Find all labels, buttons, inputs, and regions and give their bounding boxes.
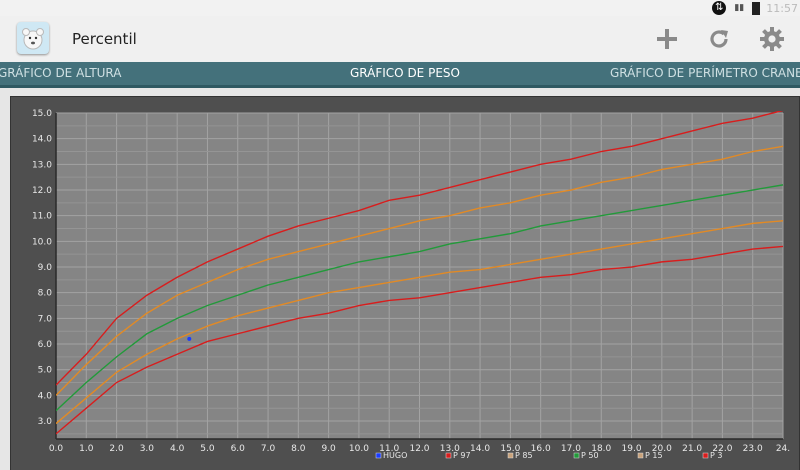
tab-height-chart[interactable]: GRÁFICO DE ALTURA — [0, 62, 122, 85]
x-tick-label: 12.0 — [409, 444, 429, 454]
app-title: Percentil — [72, 30, 137, 48]
x-tick-label: 10.0 — [349, 444, 369, 454]
x-tick-label: 9.0 — [321, 444, 336, 454]
refresh-button[interactable] — [702, 24, 736, 54]
x-tick-label: 4.0 — [170, 444, 185, 454]
x-tick-label: 21.0 — [682, 444, 702, 454]
tab-bar: GRÁFICO DE ALTURA GRÁFICO DE PESO GRÁFIC… — [0, 62, 800, 85]
y-tick-label: 9.0 — [38, 263, 53, 273]
x-tick-label: 5.0 — [200, 444, 215, 454]
x-tick-label: 0.0 — [49, 444, 64, 454]
legend-swatch — [507, 452, 514, 459]
status-icons: ⇅ ▮▮ 11:57 — [712, 0, 800, 16]
y-tick-label: 3.0 — [38, 417, 53, 427]
x-tick-label: 19.0 — [622, 444, 642, 454]
y-tick-label: 13.0 — [32, 160, 52, 170]
x-tick-label: 24. — [776, 444, 790, 454]
legend-label: P 50 — [581, 451, 599, 460]
y-tick-label: 4.0 — [38, 391, 53, 401]
legend-swatch — [637, 452, 644, 459]
data-point-hugo — [187, 336, 192, 341]
legend-swatch — [573, 452, 580, 459]
legend-label: P 3 — [710, 451, 722, 460]
signal-icon: ▮▮ — [734, 3, 745, 13]
data-icon: ⇅ — [712, 1, 727, 15]
legend-label: P 15 — [645, 451, 663, 460]
x-tick-label: 2.0 — [109, 444, 124, 454]
y-tick-label: 6.0 — [38, 340, 53, 350]
y-tick-label: 5.0 — [38, 366, 53, 376]
x-tick-label: 3.0 — [140, 444, 155, 454]
y-tick-label: 11.0 — [32, 212, 52, 222]
legend-label: P 97 — [453, 451, 471, 460]
x-tick-label: 16.0 — [531, 444, 551, 454]
y-tick-label: 7.0 — [38, 314, 53, 324]
x-tick-label: 8.0 — [291, 444, 306, 454]
x-tick-label: 23.0 — [743, 444, 763, 454]
settings-button[interactable] — [755, 24, 789, 54]
weight-chart: 0.0 1.0 2.0 3.0 4.0 5.0 6.0 7.0 8.0 9.0 10.0 11.0 12… — [10, 96, 800, 470]
tab-weight-chart[interactable]: GRÁFICO DE PESO — [350, 62, 460, 85]
tab-indicator-bar — [0, 85, 800, 88]
weight-chart-svg: 0.0 1.0 2.0 3.0 4.0 5.0 6.0 7.0 8.0 9.0 10.0 11.0 12… — [32, 109, 790, 460]
y-tick-label: 10.0 — [32, 237, 52, 247]
y-tick-label: 14.0 — [32, 135, 52, 145]
x-tick-label: 7.0 — [261, 444, 276, 454]
legend-label: HUGO — [383, 451, 407, 460]
legend-label: P 85 — [515, 451, 533, 460]
x-tick-label: 14.0 — [470, 444, 490, 454]
legend-swatch — [445, 452, 452, 459]
y-tick-label: 8.0 — [38, 289, 53, 299]
x-tick-label: 1.0 — [79, 444, 94, 454]
battery-charging-icon — [752, 1, 761, 15]
bear-app-icon[interactable] — [17, 22, 49, 54]
refresh-icon — [710, 30, 728, 48]
y-tick-label: 15.0 — [32, 109, 52, 119]
tab-head-circumference-chart[interactable]: GRÁFICO DE PERÍMETRO CRANEAL — [610, 62, 800, 85]
legend-swatch — [375, 452, 382, 459]
add-icon — [657, 29, 677, 49]
y-tick-label: 12.0 — [32, 186, 52, 196]
status-bar: ⇅ ▮▮ 11:57 — [0, 0, 800, 16]
x-tick-label: 6.0 — [231, 444, 246, 454]
legend-swatch — [702, 452, 709, 459]
add-button[interactable] — [650, 24, 684, 54]
status-time: 11:57 — [766, 1, 798, 15]
settings-icon — [760, 27, 784, 51]
x-tick-label: 17.0 — [561, 444, 581, 454]
action-bar: Percentil — [0, 16, 800, 63]
